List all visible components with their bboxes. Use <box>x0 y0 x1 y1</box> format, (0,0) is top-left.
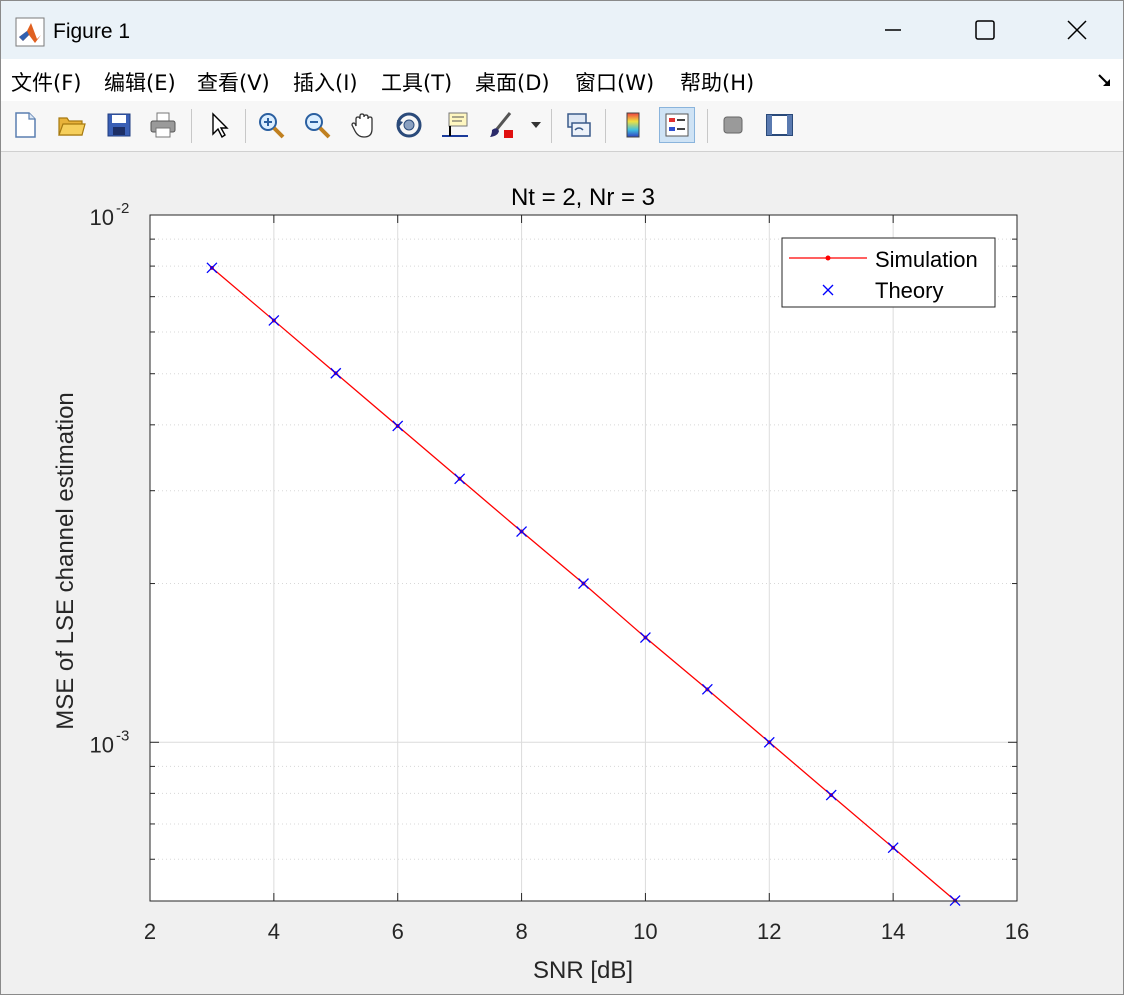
menu-desktop[interactable]: 桌面(D) <box>475 67 550 97</box>
toolbar-separator <box>707 109 708 143</box>
y-tick-base: 10 <box>90 205 114 230</box>
save-button[interactable] <box>101 107 137 143</box>
toolbar-separator <box>551 109 552 143</box>
figure-canvas: 2 4 6 8 10 12 14 16 10 -210 -3 Nt = 2, Nr = 3 SNR… <box>1 153 1123 994</box>
x-tick-label: 16 <box>1005 919 1029 944</box>
maximize-button[interactable] <box>939 1 1031 59</box>
brush-dropdown[interactable] <box>527 107 545 143</box>
y-tick-exponent: -2 <box>116 200 129 217</box>
open-file-icon <box>58 117 86 136</box>
legend-button[interactable] <box>659 107 695 143</box>
menu-view[interactable]: 查看(V) <box>197 67 270 97</box>
menu-tools[interactable]: 工具(T) <box>381 67 452 97</box>
x-axis-label: SNR [dB] <box>533 957 633 984</box>
legend-simulation-marker <box>825 255 831 261</box>
menu-insert[interactable]: 插入(I) <box>293 67 358 97</box>
data-cursor-button[interactable] <box>437 107 473 143</box>
menu-help[interactable]: 帮助(H) <box>680 67 754 97</box>
colorbar-icon <box>626 112 640 138</box>
close-button[interactable] <box>1031 1 1123 59</box>
x-tick-label: 6 <box>392 919 404 944</box>
toolbar-separator <box>245 109 246 143</box>
pan-hand-icon <box>351 113 373 138</box>
new-figure-button[interactable] <box>7 107 43 143</box>
x-tick-label: 4 <box>268 919 280 944</box>
link-plot-icon <box>567 113 591 137</box>
open-file-button[interactable] <box>53 107 89 143</box>
menu-window[interactable]: 窗口(W) <box>575 67 654 97</box>
print-icon <box>150 112 176 138</box>
figure-toolbar <box>1 101 1123 152</box>
rotate-3d-icon <box>396 112 422 138</box>
pan-button[interactable] <box>345 107 381 143</box>
rotate-3d-button[interactable] <box>391 107 427 143</box>
plot-area[interactable] <box>150 215 1017 901</box>
chart-title: Nt = 2, Nr = 3 <box>511 184 655 211</box>
zoom-out-icon <box>305 113 331 139</box>
menu-file[interactable]: 文件(F) <box>11 67 81 97</box>
window-title: Figure 1 <box>53 20 131 43</box>
print-button[interactable] <box>145 107 181 143</box>
x-tick-label: 8 <box>515 919 527 944</box>
close-icon <box>1067 20 1087 40</box>
dock-figure-icon[interactable] <box>1095 71 1115 91</box>
minimize-icon <box>885 29 901 31</box>
y-tick-base: 10 <box>90 732 114 757</box>
select-arrow-icon <box>212 112 229 139</box>
show-plot-tools-icon <box>766 114 793 136</box>
figure-window: Figure 1 文件(F) 编辑(E) 查看(V) 插入(I) 工具(T) 桌… <box>0 0 1124 995</box>
y-tick-exponent: -3 <box>116 727 129 744</box>
y-axis-label: MSE of LSE channel estimation <box>52 392 79 730</box>
menu-bar: 文件(F) 编辑(E) 查看(V) 插入(I) 工具(T) 桌面(D) 窗口(W… <box>1 59 1123 102</box>
colorbar-button[interactable] <box>615 107 651 143</box>
toolbar-separator <box>605 109 606 143</box>
legend-theory-label: Theory <box>875 278 943 303</box>
maximize-icon <box>975 20 995 40</box>
x-tick-label: 12 <box>757 919 781 944</box>
data-cursor-icon <box>442 112 468 137</box>
matlab-logo-icon <box>15 17 45 47</box>
x-tick-label: 2 <box>144 919 156 944</box>
title-bar: Figure 1 <box>1 1 1123 59</box>
hide-plot-tools-button[interactable] <box>715 107 751 143</box>
y-tick-label: 10 <box>90 205 114 230</box>
link-plot-button[interactable] <box>561 107 597 143</box>
brush-button[interactable] <box>483 107 519 143</box>
legend-simulation-label: Simulation <box>875 247 978 272</box>
zoom-in-button[interactable] <box>253 107 289 143</box>
legend-icon <box>665 113 689 137</box>
legend[interactable]: Simulation Theory <box>781 237 996 308</box>
hide-plot-tools-icon <box>723 116 743 134</box>
x-tick-label: 14 <box>881 919 905 944</box>
menu-edit[interactable]: 编辑(E) <box>104 67 176 97</box>
toolbar-separator <box>191 109 192 143</box>
y-tick-label: 10 <box>90 732 114 757</box>
brush-icon <box>490 112 513 138</box>
select-button[interactable] <box>201 107 237 143</box>
x-tick-label: 10 <box>633 919 657 944</box>
zoom-in-icon <box>259 113 285 139</box>
minimize-button[interactable] <box>847 1 939 59</box>
show-plot-tools-button[interactable] <box>761 107 797 143</box>
chevron-down-icon <box>531 122 541 128</box>
zoom-out-button[interactable] <box>299 107 335 143</box>
new-figure-icon <box>15 112 36 138</box>
save-icon <box>107 113 131 137</box>
